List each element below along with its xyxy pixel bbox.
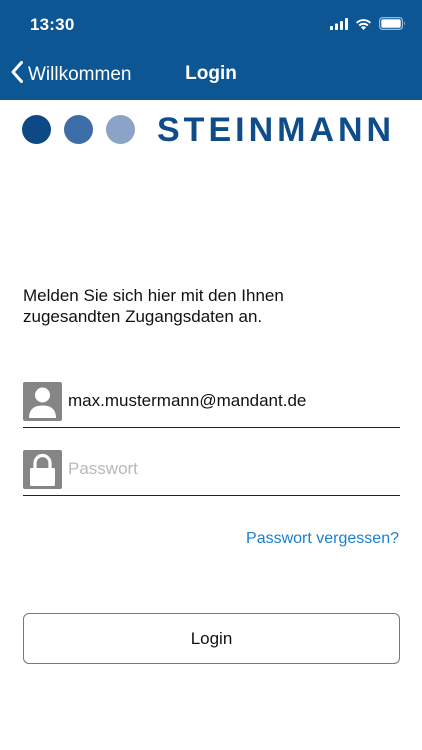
wifi-icon: [355, 17, 372, 35]
intro-text: Melden Sie sich hier mit den Ihnen zuges…: [23, 286, 284, 326]
logo-dot: [22, 115, 51, 144]
back-button-label: Willkommen: [28, 63, 132, 85]
lock-icon: [23, 450, 62, 489]
status-time: 13:30: [30, 15, 75, 34]
password-field: [23, 449, 400, 496]
forgot-password-link[interactable]: Passwort vergessen?: [246, 530, 399, 548]
password-input[interactable]: [68, 454, 398, 484]
email-field: [23, 381, 400, 428]
chevron-left-icon: [10, 60, 24, 89]
back-button[interactable]: Willkommen: [10, 60, 131, 89]
steinmann-logo: STEINMANN: [22, 111, 402, 149]
status-icons: [330, 17, 406, 35]
cellular-signal-icon: [330, 17, 348, 35]
logo-wordmark: STEINMANN: [157, 111, 396, 149]
logo-dot: [64, 115, 93, 144]
logo-dot: [106, 115, 135, 144]
user-icon: [23, 382, 62, 421]
battery-icon: [379, 17, 406, 35]
login-button[interactable]: Login: [23, 613, 400, 664]
email-input[interactable]: [68, 386, 398, 416]
app-header: 13:30 Willkommen Login: [0, 0, 422, 100]
